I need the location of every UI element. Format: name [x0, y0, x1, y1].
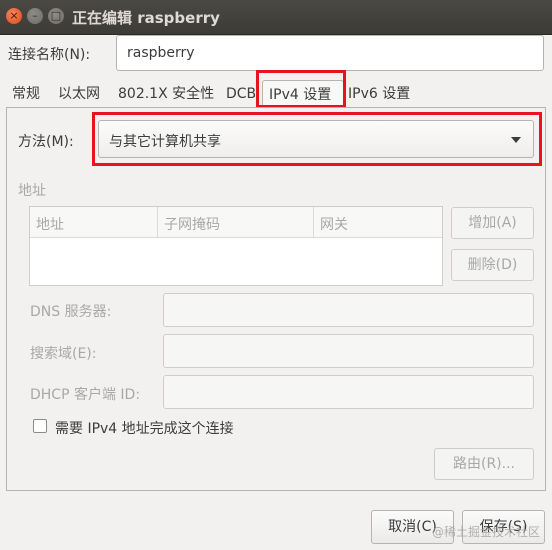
connection-name-label: 连接名称(N): [8, 47, 91, 63]
method-dropdown[interactable]: 与其它计算机共享 [98, 120, 534, 158]
dns-servers-label: DNS 服务器: [30, 304, 112, 320]
column-gateway[interactable]: 网关 [320, 214, 348, 234]
addresses-table: 地址 子网掩码 网关 [29, 206, 443, 286]
maximize-window-button[interactable]: □ [48, 8, 64, 24]
watermark: @稀土掘金技术社区 [431, 525, 540, 539]
method-label: 方法(M): [18, 134, 74, 150]
window-title: 正在编辑 raspberry [72, 9, 220, 27]
addresses-heading: 地址 [18, 183, 46, 199]
close-window-button[interactable]: × [6, 8, 22, 24]
connection-name-value: raspberry [127, 45, 195, 61]
addresses-table-header: 地址 子网掩码 网关 [30, 207, 442, 238]
tab-ethernet[interactable]: 以太网 [52, 80, 106, 108]
minimize-window-button[interactable]: – [27, 8, 43, 24]
dns-servers-input[interactable] [163, 293, 534, 327]
tab-general[interactable]: 常规 [6, 80, 46, 108]
require-ipv4-label[interactable]: 需要 IPv4 地址完成这个连接 [55, 418, 234, 438]
column-separator [157, 207, 158, 237]
tab-8021x-security[interactable]: 802.1X 安全性 [112, 80, 220, 108]
connection-name-input[interactable]: raspberry [116, 35, 544, 71]
search-domains-label: 搜索域(E): [30, 346, 97, 362]
tab-ipv6-settings[interactable]: IPv6 设置 [342, 80, 416, 108]
dropdown-arrow-icon [511, 137, 521, 143]
add-address-button[interactable]: 增加(A) [451, 207, 534, 239]
method-value: 与其它计算机共享 [109, 134, 221, 150]
title-bar: × – □ 正在编辑 raspberry [0, 0, 552, 35]
routes-button[interactable]: 路由(R)... [434, 448, 534, 480]
require-ipv4-checkbox[interactable] [33, 419, 47, 433]
column-address[interactable]: 地址 [36, 214, 64, 234]
delete-address-button[interactable]: 删除(D) [451, 249, 534, 281]
dhcp-client-id-input[interactable] [163, 375, 534, 409]
column-netmask[interactable]: 子网掩码 [164, 214, 220, 234]
tab-ipv4-settings[interactable]: IPv4 设置 [262, 80, 344, 108]
column-separator [313, 207, 314, 237]
dhcp-client-id-label: DHCP 客户端 ID: [30, 387, 141, 403]
tab-dcb[interactable]: DCB [220, 80, 262, 108]
search-domains-input[interactable] [163, 334, 534, 368]
